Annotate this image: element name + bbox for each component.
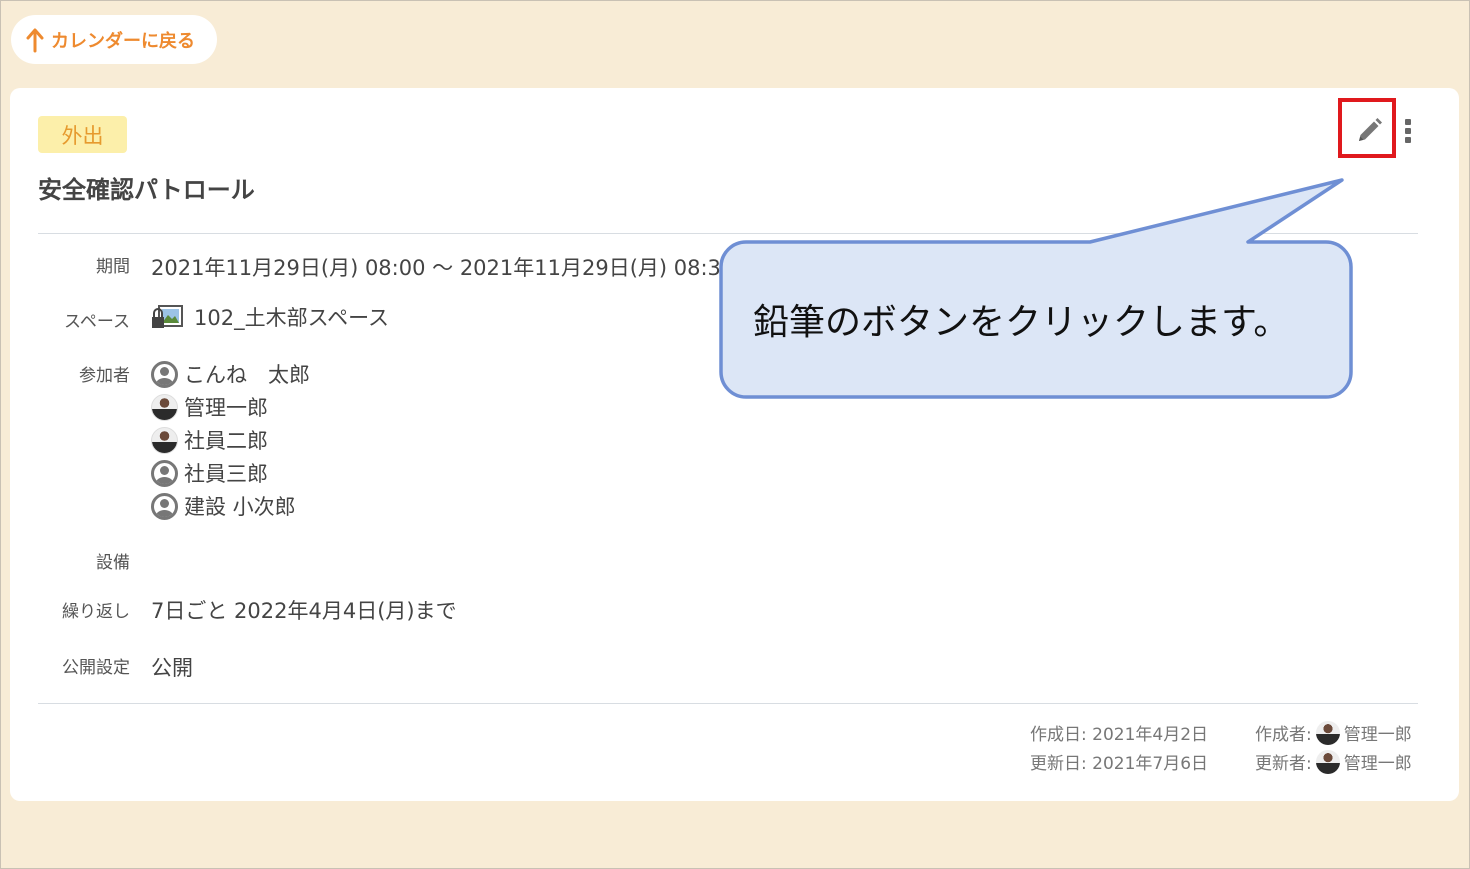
callout-text: 鉛筆のボタンをクリックします。 bbox=[753, 302, 1290, 343]
instruction-callout bbox=[719, 178, 1353, 399]
user-photo-avatar bbox=[151, 393, 178, 421]
created-by: 作成者: 管理一郎 bbox=[1255, 720, 1412, 745]
equipment-label: 設備 bbox=[96, 553, 130, 573]
participant-item: 社員二郎 bbox=[151, 425, 268, 455]
updated-by: 更新者: 管理一郎 bbox=[1255, 749, 1412, 774]
participant-item: こんね 太郎 bbox=[151, 359, 310, 389]
space-label: スペース bbox=[64, 312, 130, 332]
created-date: 作成日: 2021年4月2日 bbox=[1030, 725, 1209, 745]
visibility-label: 公開設定 bbox=[62, 658, 130, 678]
created-by-label: 作成者: bbox=[1255, 725, 1312, 745]
edit-button-highlight bbox=[1338, 98, 1396, 158]
footer-divider bbox=[38, 703, 1418, 704]
participant-name: 社員三郎 bbox=[184, 462, 268, 486]
updated-by-label: 更新者: bbox=[1255, 754, 1312, 774]
space-image-lock-icon bbox=[152, 305, 183, 328]
more-options-button[interactable] bbox=[1398, 114, 1418, 148]
participant-item: 社員三郎 bbox=[151, 458, 268, 488]
participant-name: 社員二郎 bbox=[184, 429, 268, 453]
repeat-label: 繰り返し bbox=[62, 602, 130, 622]
visibility-value: 公開 bbox=[151, 656, 193, 680]
back-to-calendar-button[interactable]: カレンダーに戻る bbox=[11, 15, 217, 64]
participants-label: 参加者 bbox=[79, 366, 130, 386]
user-photo-avatar bbox=[151, 426, 178, 454]
created-by-name: 管理一郎 bbox=[1343, 725, 1412, 745]
back-button-label: カレンダーに戻る bbox=[51, 30, 195, 52]
more-vertical-icon bbox=[1405, 119, 1411, 125]
repeat-value: 7日ごと 2022年4月4日(月)まで bbox=[151, 599, 457, 623]
participant-item: 管理一郎 bbox=[151, 392, 268, 422]
event-title: 安全確認パトロール bbox=[38, 176, 255, 204]
participant-name: こんね 太郎 bbox=[184, 363, 310, 387]
participant-name: 管理一郎 bbox=[184, 396, 268, 420]
user-avatar-icon bbox=[151, 492, 178, 520]
period-label: 期間 bbox=[96, 257, 130, 277]
user-photo-avatar bbox=[1315, 749, 1340, 774]
user-photo-avatar bbox=[1315, 720, 1340, 745]
participant-name: 建設 小次郎 bbox=[184, 495, 296, 519]
user-avatar-icon bbox=[151, 360, 178, 388]
space-value[interactable]: 102_土木部スペース bbox=[151, 302, 389, 332]
updated-date: 更新日: 2021年7月6日 bbox=[1030, 754, 1209, 774]
updated-by-name: 管理一郎 bbox=[1343, 754, 1412, 774]
arrow-up-icon bbox=[26, 28, 44, 52]
event-type-tag: 外出 bbox=[38, 116, 127, 153]
user-avatar-icon bbox=[151, 459, 178, 487]
period-value: 2021年11月29日(月) 08:00 ～ 2021年11月29日(月) 08… bbox=[151, 256, 735, 280]
participant-item: 建設 小次郎 bbox=[151, 491, 296, 521]
space-name: 102_土木部スペース bbox=[194, 306, 390, 330]
